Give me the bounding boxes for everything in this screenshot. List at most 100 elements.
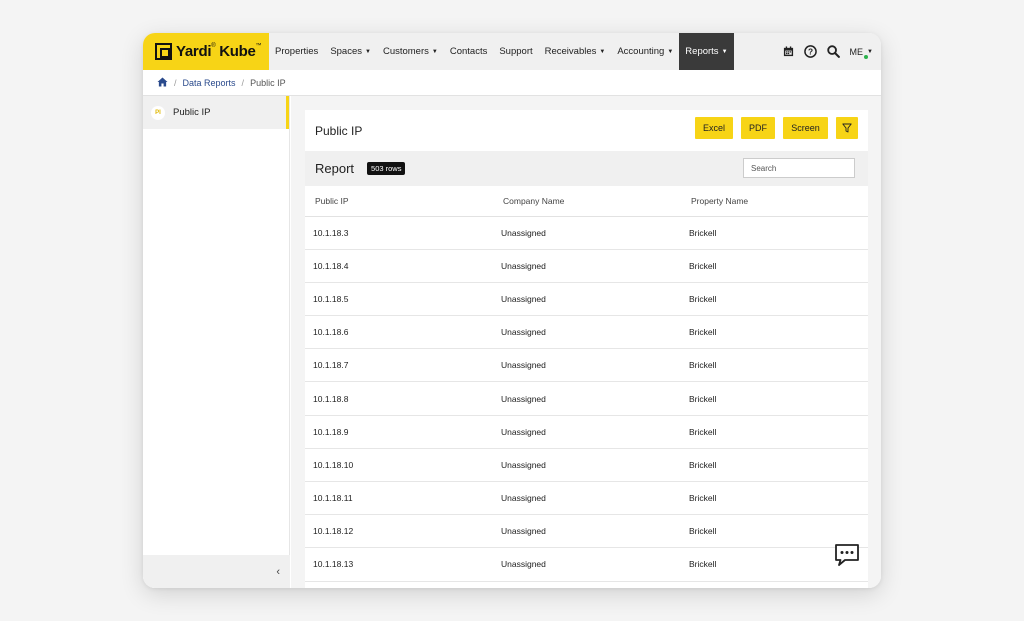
breadcrumb-current: Public IP [250, 77, 286, 88]
cell-company-name: Unassigned [493, 514, 681, 549]
report-table: Public IP Company Name Property Name 10.… [305, 186, 868, 582]
cell-public-ip: 10.1.18.5 [305, 282, 493, 317]
export-buttons: Excel PDF Screen [695, 117, 858, 139]
user-menu[interactable]: ME ▼ [850, 47, 873, 59]
cell-property-name: Brickell [681, 381, 868, 416]
search-input[interactable] [743, 158, 855, 178]
nav-item-support[interactable]: Support [493, 33, 538, 70]
pdf-button[interactable]: PDF [741, 117, 775, 139]
chat-icon[interactable] [834, 543, 860, 567]
cell-property-name: Brickell [681, 315, 868, 350]
nav-item-properties[interactable]: Properties [269, 33, 324, 70]
cell-company-name: Unassigned [493, 315, 681, 350]
table-row[interactable]: 10.1.18.5 Unassigned Brickell [305, 282, 868, 317]
cell-property-name: Brickell [681, 415, 868, 449]
table-header-row: Public IP Company Name Property Name [305, 186, 868, 217]
cell-property-name: Brickell [681, 348, 868, 383]
column-header-company-name[interactable]: Company Name [493, 186, 681, 217]
table-row[interactable]: 10.1.18.9 Unassigned Brickell [305, 415, 868, 449]
filter-icon [842, 123, 852, 133]
svg-text:?: ? [807, 47, 812, 57]
panel-title: Public IP [315, 123, 363, 138]
cell-company-name: Unassigned [493, 547, 681, 582]
caret-down-icon: ▼ [667, 48, 674, 55]
cell-property-name: Brickell [681, 216, 868, 250]
cell-company-name: Unassigned [493, 481, 681, 516]
excel-button[interactable]: Excel [695, 117, 733, 139]
table-row[interactable]: 10.1.18.3 Unassigned Brickell [305, 216, 868, 250]
cell-property-name: Brickell [681, 448, 868, 483]
breadcrumb-separator: / [174, 77, 177, 88]
logo-text: Yardi® Kube™ [176, 43, 262, 60]
main-menu: Properties Spaces ▼ Customers ▼ Contacts S… [269, 33, 734, 70]
sidebar-collapse-button[interactable]: ‹ [143, 555, 290, 588]
cell-public-ip: 10.1.18.4 [305, 249, 493, 283]
app-window: Yardi® Kube™ Properties Spaces ▼ Customer… [143, 33, 881, 588]
sidebar-item-label: Public IP [173, 107, 211, 118]
cell-public-ip: 10.1.18.11 [305, 481, 493, 516]
home-icon[interactable] [157, 76, 168, 89]
cell-public-ip: 10.1.18.10 [305, 448, 493, 483]
screen-button[interactable]: Screen [783, 117, 828, 139]
nav-item-customers[interactable]: Customers ▼ [377, 33, 444, 70]
cell-public-ip: 10.1.18.13 [305, 547, 493, 582]
cell-property-name: Brickell [681, 282, 868, 317]
cell-company-name: Unassigned [493, 348, 681, 383]
column-header-public-ip[interactable]: Public IP [305, 186, 493, 217]
table-row[interactable]: 10.1.18.6 Unassigned Brickell [305, 315, 868, 350]
panel-header: Public IP Excel PDF Screen [305, 110, 868, 151]
report-panel: Public IP Excel PDF Screen Report 503 ro… [305, 110, 868, 588]
caret-down-icon: ▼ [431, 48, 438, 55]
table-row[interactable]: 10.1.18.7 Unassigned Brickell [305, 348, 868, 383]
cell-company-name: Unassigned [493, 282, 681, 317]
cell-public-ip: 10.1.18.7 [305, 348, 493, 383]
cell-company-name: Unassigned [493, 381, 681, 416]
breadcrumb-data-reports[interactable]: Data Reports [183, 78, 236, 88]
cell-company-name: Unassigned [493, 448, 681, 483]
search-icon[interactable] [826, 45, 840, 58]
report-title: Report [315, 161, 355, 176]
nav-item-contacts[interactable]: Contacts [444, 33, 494, 70]
breadcrumb: / Data Reports / Public IP [143, 70, 881, 96]
table-row[interactable]: 10.1.18.13 Unassigned Brickell [305, 547, 868, 582]
sidebar-item-badge: PI [151, 105, 165, 120]
nav-item-reports[interactable]: Reports ▼ [679, 33, 734, 70]
filter-button[interactable] [836, 117, 858, 139]
chevron-left-icon: ‹ [276, 565, 280, 578]
nav-actions: ? ME ▼ [783, 33, 873, 70]
calendar-icon[interactable] [783, 46, 794, 57]
sidebar-item-public-ip[interactable]: PI Public IP [143, 96, 289, 129]
cell-company-name: Unassigned [493, 216, 681, 250]
yardi-kube-logo[interactable]: Yardi® Kube™ [143, 33, 269, 70]
caret-down-icon: ▼ [867, 48, 873, 55]
report-toolbar: Report 503 rows [305, 151, 868, 186]
breadcrumb-separator: / [241, 77, 245, 88]
cell-company-name: Unassigned [493, 415, 681, 449]
cell-public-ip: 10.1.18.9 [305, 415, 493, 449]
table-row[interactable]: 10.1.18.8 Unassigned Brickell [305, 381, 868, 416]
cell-public-ip: 10.1.18.8 [305, 381, 493, 416]
table-row[interactable]: 10.1.18.11 Unassigned Brickell [305, 481, 868, 516]
cell-property-name: Brickell [681, 249, 868, 283]
caret-down-icon: ▼ [599, 48, 606, 55]
logo-mark-icon [155, 43, 172, 60]
cell-property-name: Brickell [681, 481, 868, 516]
nav-item-receivables[interactable]: Receivables ▼ [539, 33, 612, 70]
help-icon[interactable]: ? [803, 45, 817, 58]
table-row[interactable]: 10.1.18.10 Unassigned Brickell [305, 448, 868, 483]
cell-public-ip: 10.1.18.12 [305, 514, 493, 549]
cell-public-ip: 10.1.18.3 [305, 216, 493, 250]
caret-down-icon: ▼ [365, 48, 371, 55]
cell-company-name: Unassigned [493, 249, 681, 283]
caret-down-icon: ▼ [721, 48, 728, 55]
cell-public-ip: 10.1.18.6 [305, 315, 493, 350]
rows-count-badge: 503 rows [367, 162, 406, 175]
sidebar: PI Public IP ‹ [143, 96, 290, 588]
table-row[interactable]: 10.1.18.12 Unassigned Brickell [305, 514, 868, 549]
top-navbar: Yardi® Kube™ Properties Spaces ▼ Customer… [143, 33, 881, 70]
table-row[interactable]: 10.1.18.4 Unassigned Brickell [305, 249, 868, 283]
nav-item-accounting[interactable]: Accounting ▼ [611, 33, 679, 70]
nav-item-spaces[interactable]: Spaces ▼ [324, 33, 377, 70]
online-status-dot [863, 54, 868, 59]
column-header-property-name[interactable]: Property Name [681, 186, 868, 217]
